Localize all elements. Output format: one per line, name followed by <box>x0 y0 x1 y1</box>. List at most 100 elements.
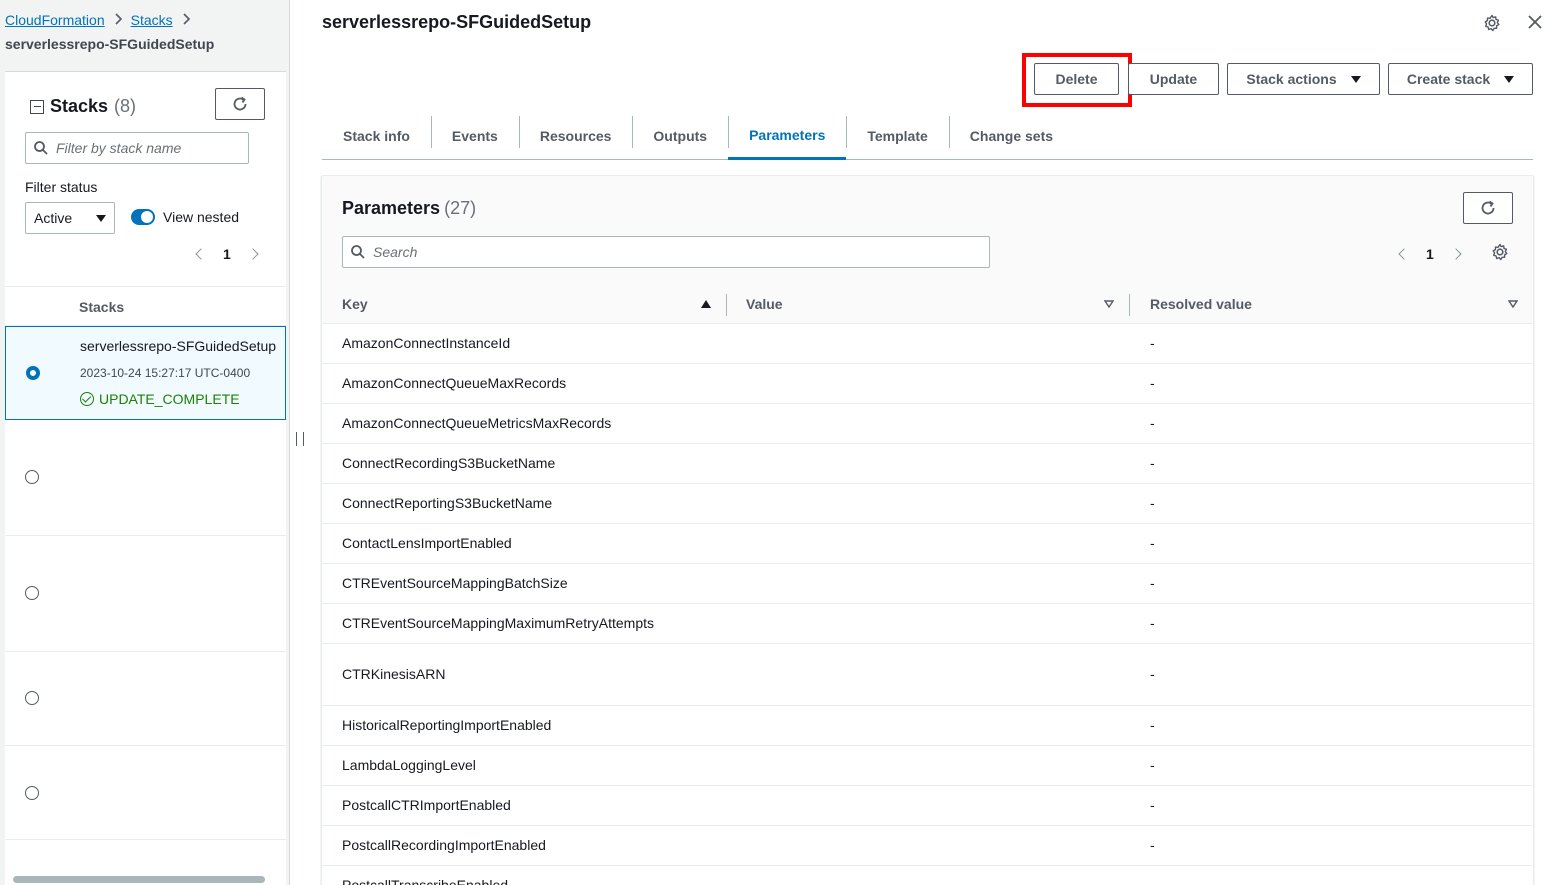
stack-row[interactable] <box>5 536 286 652</box>
table-row: PostcallTranscribeEnabled - <box>322 866 1533 885</box>
breadcrumb: CloudFormation Stacks <box>5 12 199 28</box>
search-icon <box>34 141 48 155</box>
stack-name[interactable]: serverlessrepo-SFGuidedSetup <box>80 338 276 354</box>
stacks-table-header: Stacks <box>5 286 286 326</box>
column-header-value[interactable]: Value <box>746 296 783 312</box>
refresh-stacks-button[interactable] <box>215 88 265 120</box>
stack-actions-button[interactable]: Stack actions <box>1227 63 1380 95</box>
breadcrumb-current: serverlessrepo-SFGuidedSetup <box>5 36 215 52</box>
next-page-icon[interactable] <box>247 248 259 260</box>
table-row: ConnectReportingS3BucketName - <box>322 484 1533 524</box>
parameter-resolved-value: - <box>1150 535 1155 551</box>
parameter-resolved-value: - <box>1150 797 1155 813</box>
check-circle-icon <box>80 392 94 406</box>
stack-radio[interactable] <box>25 691 39 705</box>
parameter-value-cell <box>741 746 1128 785</box>
parameter-key: AmazonConnectQueueMetricsMaxRecords <box>342 415 612 431</box>
stack-actions-label: Stack actions <box>1246 71 1337 87</box>
create-stack-label: Create stack <box>1406 71 1491 87</box>
breadcrumb-cloudformation-link[interactable]: CloudFormation <box>5 12 105 28</box>
current-page[interactable]: 1 <box>223 246 231 262</box>
tab-resources[interactable]: Resources <box>518 112 633 159</box>
breadcrumb-stacks-link[interactable]: Stacks <box>131 12 173 28</box>
stack-radio[interactable] <box>25 470 39 484</box>
parameter-key: AmazonConnectInstanceId <box>342 335 511 351</box>
parameter-value-cell <box>741 826 1128 865</box>
table-row: CTREventSourceMappingBatchSize - <box>322 564 1533 604</box>
parameter-resolved-value: - <box>1150 415 1155 431</box>
create-stack-button[interactable]: Create stack <box>1388 63 1533 95</box>
panel-resize-handle[interactable] <box>296 432 304 446</box>
sort-descending-icon[interactable] <box>1508 300 1518 308</box>
stack-list-panel: Stacks (8) Filter status Active View nes… <box>5 71 286 885</box>
parameter-resolved-value: - <box>1150 837 1155 853</box>
collapse-icon[interactable] <box>30 99 44 114</box>
parameters-heading: Parameters (27) <box>342 198 476 219</box>
table-row: CTRKinesisARN - <box>322 644 1533 706</box>
stack-row-selected[interactable]: serverlessrepo-SFGuidedSetup 2023-10-24 … <box>5 326 286 420</box>
view-nested-toggle[interactable] <box>131 209 155 225</box>
parameter-resolved-value: - <box>1150 455 1155 471</box>
column-header-key[interactable]: Key <box>342 296 368 312</box>
close-icon[interactable] <box>1527 14 1543 33</box>
tab-change-sets[interactable]: Change sets <box>948 112 1074 159</box>
caret-down-icon <box>1350 75 1361 83</box>
parameter-key: PostcallCTRImportEnabled <box>342 797 511 813</box>
parameter-resolved-value: - <box>1150 495 1155 511</box>
current-page[interactable]: 1 <box>1426 246 1434 262</box>
delete-button[interactable]: Delete <box>1034 63 1119 95</box>
parameters-count: (27) <box>444 198 477 218</box>
parameter-value-cell <box>741 564 1128 603</box>
parameter-resolved-value: - <box>1150 717 1155 733</box>
parameter-resolved-value: - <box>1150 575 1155 591</box>
sort-ascending-icon[interactable] <box>701 300 711 308</box>
horizontal-scrollbar[interactable] <box>13 876 265 883</box>
sort-descending-icon[interactable] <box>1104 300 1114 308</box>
parameters-panel: Parameters(27) 1 Key Value Resolved valu… <box>321 175 1534 885</box>
parameter-value-cell <box>741 444 1128 483</box>
delete-button-label: Delete <box>1055 71 1098 87</box>
stack-radio[interactable] <box>25 586 39 600</box>
refresh-parameters-button[interactable] <box>1463 192 1513 224</box>
column-divider[interactable] <box>726 294 727 316</box>
stack-filter-input[interactable] <box>56 140 236 156</box>
parameter-value-cell <box>741 364 1128 403</box>
column-header-resolved-value[interactable]: Resolved value <box>1150 296 1252 312</box>
stacks-side-panel: CloudFormation Stacks serverlessrepo-SFGu… <box>0 0 290 885</box>
filter-status-select[interactable]: Active <box>25 202 115 234</box>
stack-status-text: UPDATE_COMPLETE <box>99 391 240 407</box>
stack-filter-input-wrapper <box>25 132 249 164</box>
tab-parameters[interactable]: Parameters <box>728 112 847 160</box>
parameters-search-input[interactable] <box>373 244 973 260</box>
tab-template[interactable]: Template <box>846 112 948 159</box>
refresh-icon <box>233 96 247 111</box>
stack-row[interactable] <box>5 746 286 840</box>
column-divider[interactable] <box>1129 294 1130 316</box>
previous-page-icon[interactable] <box>1398 248 1410 260</box>
stack-row[interactable] <box>5 652 286 746</box>
update-button[interactable]: Update <box>1128 63 1219 95</box>
stack-radio[interactable] <box>25 786 39 800</box>
table-row: AmazonConnectQueueMetricsMaxRecords - <box>322 404 1533 444</box>
stack-timestamp: 2023-10-24 15:27:17 UTC-0400 <box>80 366 251 380</box>
table-row: ConnectRecordingS3BucketName - <box>322 444 1533 484</box>
tab-outputs[interactable]: Outputs <box>632 112 728 159</box>
table-preferences-gear-icon[interactable] <box>1491 243 1509 264</box>
parameter-key: CTREventSourceMappingMaximumRetryAttempt… <box>342 615 654 631</box>
next-page-icon[interactable] <box>1450 248 1462 260</box>
stack-row[interactable] <box>5 420 286 536</box>
parameter-resolved-value: - <box>1150 615 1155 631</box>
gear-icon[interactable] <box>1483 14 1501 35</box>
tab-events[interactable]: Events <box>430 112 519 159</box>
parameter-resolved-value: - <box>1150 375 1155 391</box>
caret-down-icon <box>1504 75 1515 83</box>
parameter-key: LambdaLoggingLevel <box>342 757 476 773</box>
filter-status-value: Active <box>34 210 73 226</box>
view-nested-label: View nested <box>163 209 240 225</box>
parameters-pagination: 1 <box>1398 246 1462 262</box>
previous-page-icon[interactable] <box>195 248 207 260</box>
table-row: HistoricalReportingImportEnabled - <box>322 706 1533 746</box>
stack-radio-selected[interactable] <box>26 366 40 380</box>
stacks-title: Stacks <box>50 96 109 116</box>
tab-stack-info[interactable]: Stack info <box>322 112 431 159</box>
